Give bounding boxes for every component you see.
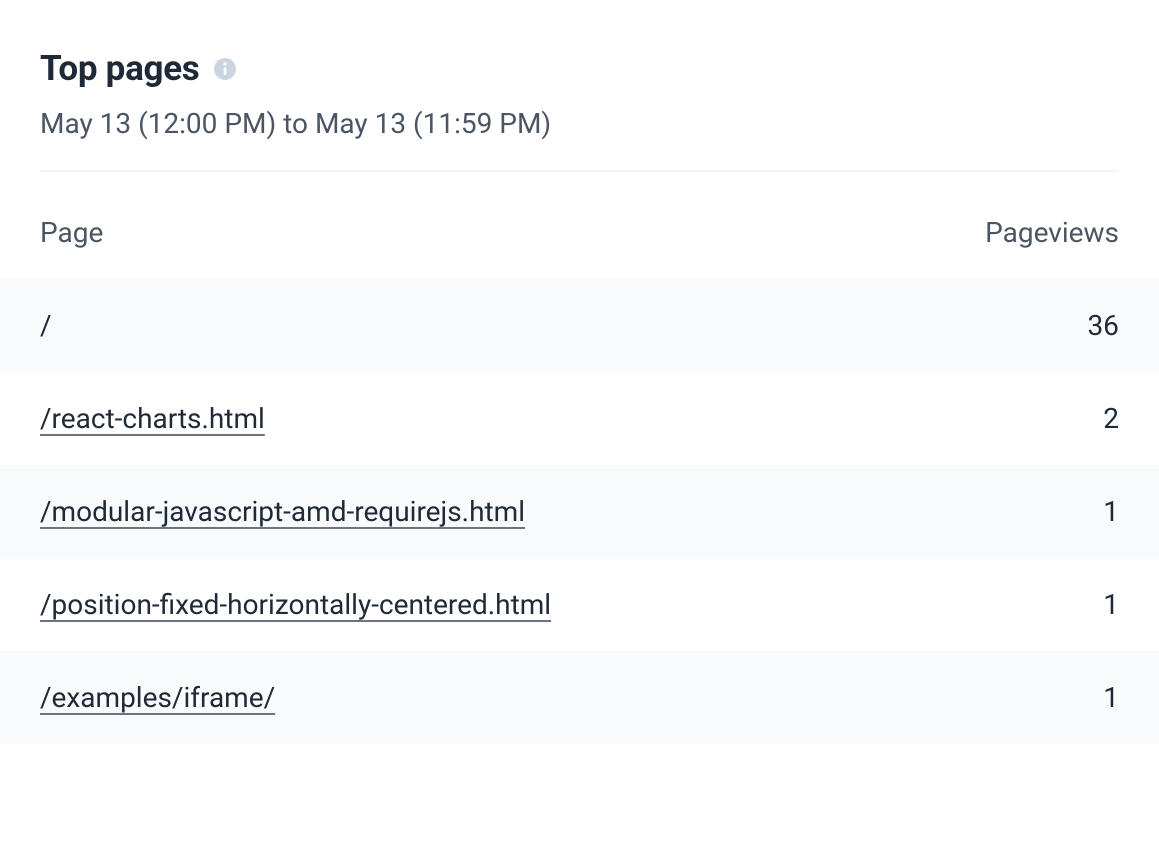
col-pageviews: Pageviews — [985, 216, 1119, 249]
table-body: / 36/react-charts.html 2/modular-javascrip… — [40, 279, 1119, 744]
pageviews-value: 1 — [1103, 495, 1119, 528]
page-link[interactable]: /position-fixed-horizontally-centered.ht… — [40, 588, 551, 621]
page-path: / — [40, 309, 52, 342]
pageviews-value: 1 — [1103, 588, 1119, 621]
page-link[interactable]: /react-charts.html — [40, 402, 265, 435]
pageviews-value: 1 — [1103, 681, 1119, 714]
pageviews-value: 36 — [1088, 309, 1119, 342]
page-link[interactable]: /modular-javascript-amd-requirejs.html — [40, 495, 525, 528]
info-icon[interactable] — [213, 57, 237, 81]
col-page: Page — [40, 216, 103, 249]
table-row: /react-charts.html 2 — [0, 372, 1159, 465]
card-title: Top pages — [40, 48, 199, 89]
page-link[interactable]: /examples/iframe/ — [40, 681, 275, 714]
table-row: /modular-javascript-amd-requirejs.html 1 — [0, 465, 1159, 558]
date-range: May 13 (12:00 PM) to May 13 (11:59 PM) — [40, 107, 1119, 140]
table-header-row: Page Pageviews — [40, 202, 1119, 279]
divider — [40, 170, 1119, 172]
top-pages-card: Top pages May 13 (12:00 PM) to May 13 (1… — [0, 0, 1159, 784]
table-row: /examples/iframe/1 — [0, 651, 1159, 744]
table-row: /position-fixed-horizontally-centered.ht… — [0, 558, 1159, 651]
pageviews-value: 2 — [1103, 402, 1119, 435]
table-row: / 36 — [0, 279, 1159, 372]
top-pages-table: Page Pageviews / 36/react-charts.html 2/mo… — [40, 202, 1119, 744]
card-header: Top pages — [40, 48, 1119, 89]
